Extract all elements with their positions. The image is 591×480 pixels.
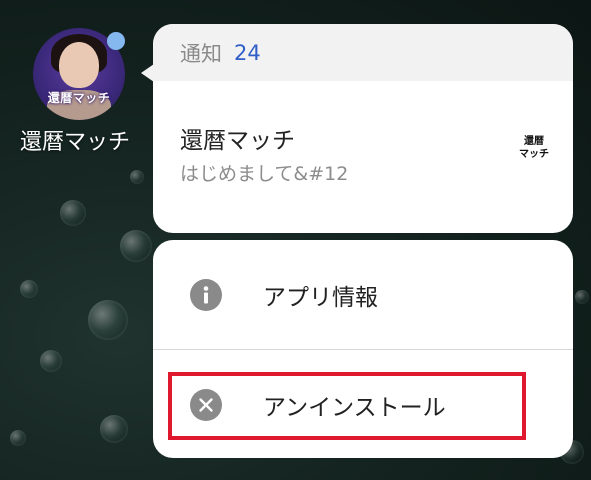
app-info-button[interactable]: アプリ情報 (153, 240, 573, 350)
app-info-label: アプリ情報 (263, 284, 378, 311)
notification-count: 24 (234, 40, 261, 65)
wallpaper-bubble (88, 300, 128, 340)
wallpaper-bubble (20, 280, 38, 298)
uninstall-label: アンインストール (263, 394, 446, 421)
wallpaper-bubble (40, 350, 62, 372)
app-icon-brand-text: 還暦マッチ (47, 91, 111, 105)
notification-dot (107, 32, 125, 50)
notification-header: 通知 24 (153, 24, 573, 81)
notification-title: 還暦マッチ (180, 128, 295, 154)
notification-card[interactable]: 通知 24 還暦マッチ はじめまして&#12 還暦 マッチ (153, 24, 573, 233)
notification-text: はじめまして&#12 (180, 163, 349, 185)
app-name-label: 還暦マッチ (19, 130, 130, 155)
wallpaper-bubble (100, 415, 128, 443)
wallpaper-bubble (60, 200, 86, 226)
notification-thumbnail: 還暦 マッチ (519, 136, 549, 160)
wallpaper-bubble (120, 230, 152, 262)
info-icon (190, 278, 222, 311)
wallpaper-bubble (575, 290, 589, 304)
close-circle-icon (190, 388, 222, 421)
avatar-face (59, 42, 99, 88)
notification-header-label: 通知 (180, 41, 222, 66)
shortcut-actions-card: アプリ情報 アンインストール (153, 240, 573, 458)
wallpaper-bubble (10, 430, 26, 446)
wallpaper-bubble (130, 170, 144, 184)
notification-item[interactable]: 還暦マッチ はじめまして&#12 還暦 マッチ (153, 81, 573, 233)
uninstall-button[interactable]: アンインストール (153, 350, 573, 458)
